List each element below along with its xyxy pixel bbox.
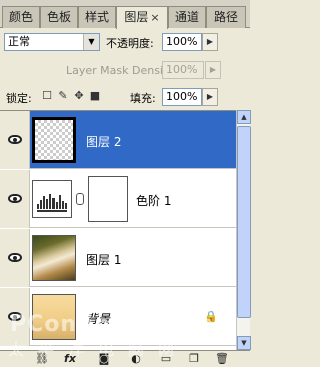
new-layer-icon[interactable]: ❐ [186, 352, 202, 366]
scroll-thumb[interactable] [237, 126, 251, 318]
blend-mode-select[interactable]: 正常 ▼ [4, 33, 100, 51]
blend-opacity-row: 正常 ▼ 不透明度: 100% ▶ [0, 28, 250, 56]
opacity-value: 100% [166, 35, 198, 48]
lock-pixels-brush-icon[interactable]: ✎ [56, 89, 70, 103]
mask-density-value: 100% [166, 63, 198, 76]
tab-layers[interactable]: 图层 × [116, 6, 168, 29]
tab-channels-label: 通道 [174, 10, 199, 24]
layers-bottom-toolbar: ⛓ fx ◙ ◐ ▭ ❐ 🗑 [0, 350, 250, 367]
chevron-right-icon: ▶ [206, 37, 214, 46]
visibility-toggle[interactable] [0, 170, 30, 228]
layer-thumbnail [32, 294, 76, 340]
blend-mode-value: 正常 [8, 35, 30, 48]
mask-density-slider-button: ▶ [205, 61, 221, 79]
layer-row-layer-2[interactable]: 图层 2 [0, 111, 236, 169]
layer-name[interactable]: 图层 1 [86, 251, 121, 268]
adjustment-layer-icon[interactable]: ◐ [128, 352, 144, 366]
fill-input[interactable]: 100% [162, 88, 202, 106]
layer-name[interactable]: 色阶 1 [136, 192, 171, 209]
tab-layers-label: 图层 [124, 10, 149, 24]
panel-tab-bar: 颜色 色板 样式 图层 × 通道 路径 [0, 0, 250, 29]
lock-icon: 🔒 [204, 310, 218, 323]
eye-icon [8, 135, 22, 144]
scroll-down-button[interactable]: ▼ [237, 336, 251, 350]
lock-all-icon[interactable]: ■ [88, 89, 102, 103]
tab-styles-label: 样式 [84, 10, 109, 24]
layers-scrollbar[interactable]: ▲ ▼ [236, 110, 251, 350]
fill-slider-button[interactable]: ▶ [202, 88, 218, 106]
layer-name[interactable]: 背景 [86, 310, 110, 327]
layer-name[interactable]: 图层 2 [86, 133, 121, 150]
close-icon[interactable]: × [150, 11, 159, 24]
eye-icon [8, 312, 22, 321]
trash-icon[interactable]: 🗑 [214, 352, 230, 366]
tab-swatches-label: 色板 [46, 10, 71, 24]
chain-link-icon[interactable] [76, 193, 84, 205]
mask-density-label: Layer Mask Density [66, 64, 174, 77]
opacity-label: 不透明度: [106, 37, 154, 50]
opacity-slider-button[interactable]: ▶ [202, 33, 218, 51]
layer-thumbnail [32, 235, 76, 281]
visibility-toggle[interactable] [0, 288, 30, 346]
layer-row-background[interactable]: 背景 🔒 [0, 288, 236, 346]
fill-label: 填充: [130, 92, 156, 105]
chevron-down-icon[interactable]: ▼ [83, 34, 99, 50]
visibility-toggle[interactable] [0, 111, 30, 169]
tab-paths[interactable]: 路径 [206, 6, 246, 28]
scroll-up-button[interactable]: ▲ [237, 110, 251, 124]
chevron-up-icon: ▲ [241, 113, 247, 121]
lock-position-move-icon[interactable]: ✥ [72, 89, 86, 103]
add-mask-icon[interactable]: ◙ [96, 352, 112, 366]
tab-channels[interactable]: 通道 [168, 6, 206, 28]
chevron-down-icon: ▼ [241, 339, 247, 347]
chevron-right-icon: ▶ [209, 65, 217, 74]
chevron-right-icon: ▶ [206, 92, 214, 101]
levels-adjustment-icon [32, 180, 72, 218]
tab-paths-label: 路径 [213, 10, 238, 24]
new-group-folder-icon[interactable]: ▭ [158, 352, 174, 366]
layer-style-fx-icon[interactable]: fx [62, 352, 78, 366]
layer-row-layer-1[interactable]: 图层 1 [0, 229, 236, 287]
mask-density-input: 100% [162, 61, 204, 79]
histogram-icon [37, 193, 67, 209]
lock-label: 锁定: [6, 92, 32, 105]
histogram-baseline [37, 210, 67, 212]
layer-row-levels-1[interactable]: 色阶 1 [0, 170, 236, 228]
mask-density-row: Layer Mask Density 100% ▶ [0, 56, 250, 84]
lock-transparency-icon[interactable]: ☐ [40, 89, 54, 103]
tab-swatches[interactable]: 色板 [40, 6, 78, 28]
eye-icon [8, 253, 22, 262]
link-layers-icon[interactable]: ⛓ [34, 352, 50, 366]
eye-icon [8, 194, 22, 203]
tab-styles[interactable]: 样式 [78, 6, 116, 28]
visibility-toggle[interactable] [0, 229, 30, 287]
layer-mask-thumbnail[interactable] [88, 176, 128, 222]
tab-color-label: 颜色 [8, 10, 33, 24]
tab-color[interactable]: 颜色 [2, 6, 40, 28]
lock-fill-row: 锁定: ☐ ✎ ✥ ■ 填充: 100% ▶ [0, 84, 250, 110]
opacity-input[interactable]: 100% [162, 33, 202, 51]
fill-value: 100% [166, 90, 198, 103]
layer-thumbnail [32, 117, 76, 163]
layers-list: 图层 2 色阶 1 图层 1 背景 🔒 [0, 110, 236, 350]
